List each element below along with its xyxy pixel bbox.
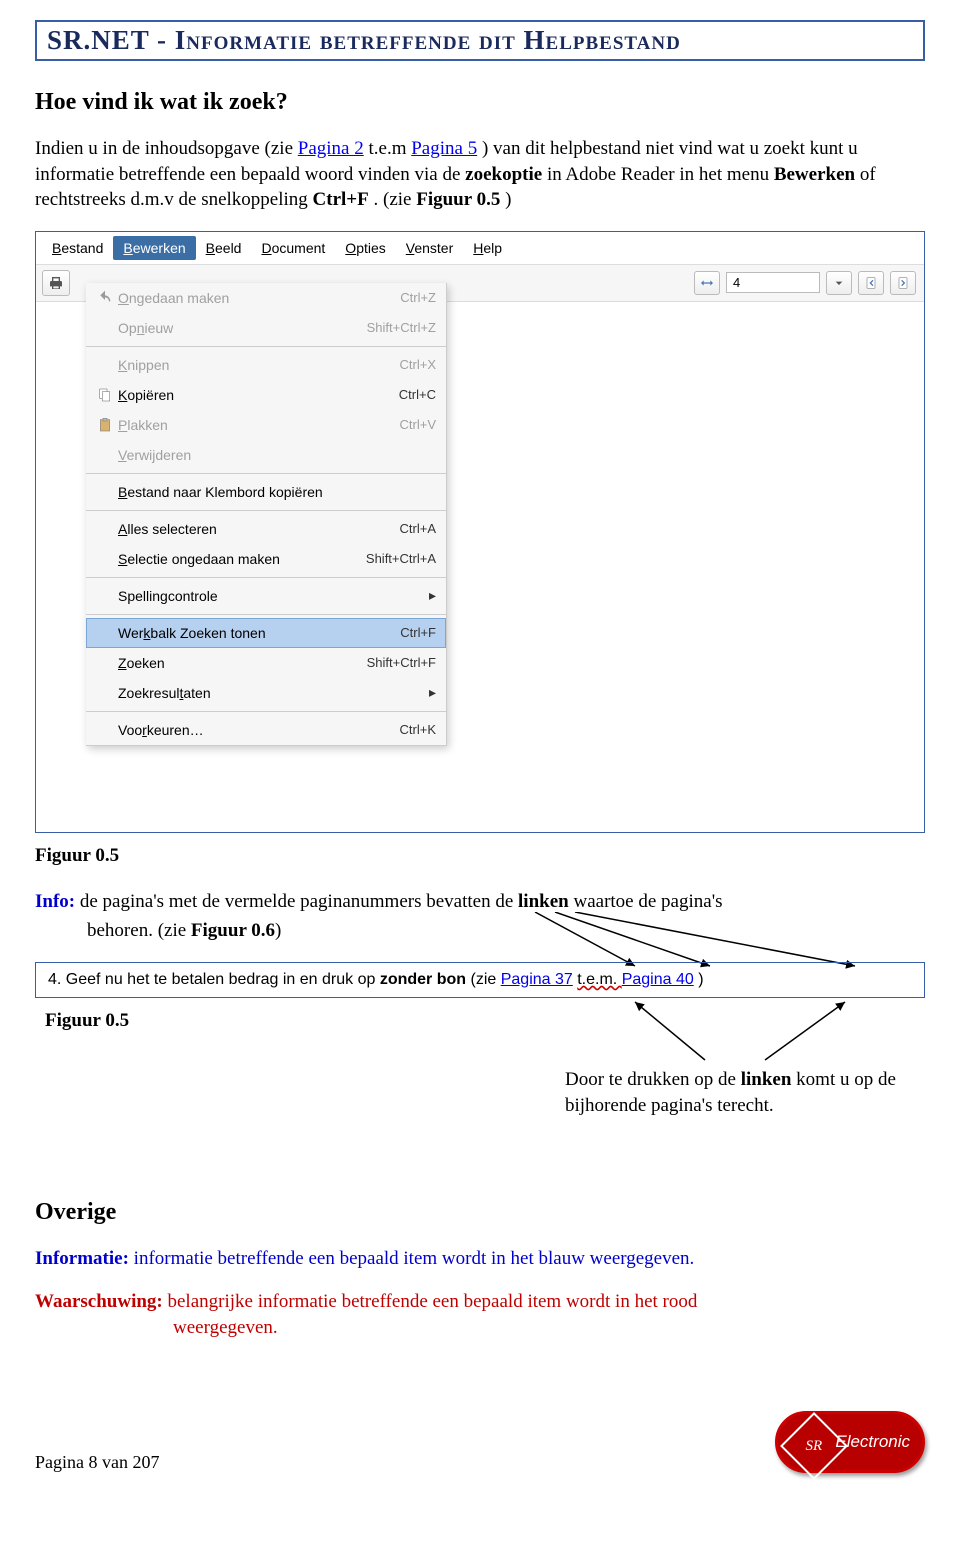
- waarschuwing-line: Waarschuwing: belangrijke informatie bet…: [35, 1289, 925, 1315]
- logo-diamond: SR: [780, 1412, 848, 1480]
- copy-icon: [97, 387, 113, 403]
- fit-width-icon: [699, 275, 715, 291]
- page-main-title: SR.NET - Informatie betreffende dit Help…: [47, 25, 913, 56]
- menu-separator: [86, 346, 446, 347]
- waarschuwing-label: Waarschuwing:: [35, 1291, 163, 1312]
- fig2-bold-zonderbon: zonder bon: [380, 971, 466, 988]
- info-bold-figref: Figuur 0.6: [191, 920, 275, 941]
- menu-item-ongedaan-maken: Ongedaan makenCtrl+Z: [86, 283, 446, 313]
- page-number: Pagina 8 van 207: [35, 1452, 159, 1473]
- intro-bold-figref: Figuur 0.5: [416, 189, 500, 210]
- intro-bold-zoekoptie: zoekoptie: [465, 164, 542, 185]
- menu-opties[interactable]: Opties: [335, 236, 395, 260]
- menu-item-plakken: PlakkenCtrl+V: [86, 410, 446, 440]
- printer-icon: [48, 275, 64, 291]
- menu-separator: [86, 577, 446, 578]
- menu-item-selectie-ongedaan-maken[interactable]: Selectie ongedaan makenShift+Ctrl+A: [86, 544, 446, 574]
- title-banner: SR.NET - Informatie betreffende dit Help…: [35, 20, 925, 61]
- bewerken-dropdown: Ongedaan makenCtrl+ZOpnieuwShift+Ctrl+Z K…: [86, 283, 447, 746]
- fig2-text: (zie: [470, 971, 500, 988]
- fig2-wavy-tem: t.e.m.: [577, 971, 621, 988]
- intro-bold-bewerken: Bewerken: [774, 164, 855, 185]
- menu-item-zoeken[interactable]: ZoekenShift+Ctrl+F: [86, 648, 446, 678]
- menu-bestand[interactable]: Bestand: [42, 236, 113, 260]
- menu-item-kopi-ren[interactable]: KopiërenCtrl+C: [86, 380, 446, 410]
- next-page-button[interactable]: [890, 271, 916, 295]
- intro-text: in Adobe Reader in het menu: [547, 164, 774, 185]
- menu-help[interactable]: Help: [463, 236, 512, 260]
- informatie-text: informatie betreffende een bepaald item …: [134, 1248, 695, 1269]
- logo-text: Electronic: [835, 1432, 910, 1452]
- informatie-line: Informatie: informatie betreffende een b…: [35, 1246, 925, 1272]
- fit-width-button[interactable]: [694, 271, 720, 295]
- overige-heading: Overige: [35, 1199, 925, 1226]
- info-text: waartoe de pagina's: [569, 891, 723, 912]
- menu-item-werkbalk-zoeken-tonen[interactable]: Werkbalk Zoeken tonenCtrl+F: [86, 618, 446, 648]
- menu-item-zoekresultaten[interactable]: Zoekresultaten▸: [86, 678, 446, 708]
- dropdown-arrow-button[interactable]: [826, 271, 852, 295]
- chevron-down-icon: [831, 275, 847, 291]
- section-heading: Hoe vind ik wat ik zoek?: [35, 89, 925, 116]
- intro-text: Indien u in de inhoudsopgave (zie: [35, 138, 298, 159]
- menu-item-verwijderen: Verwijderen: [86, 440, 446, 470]
- menu-separator: [86, 614, 446, 615]
- info-block: Info: de pagina's met de vermelde pagina…: [35, 889, 925, 944]
- menu-item-opnieuw: OpnieuwShift+Ctrl+Z: [86, 313, 446, 343]
- link-explanation-note: Door te drukken op de linken komt u op d…: [565, 1067, 925, 1118]
- info-text: de pagina's met de vermelde paginanummer…: [80, 891, 518, 912]
- paste-icon: [97, 417, 113, 433]
- undo-icon: [97, 290, 113, 306]
- figure-0-6-wrap: 4. Geef nu het te betalen bedrag in en d…: [35, 962, 925, 1119]
- menu-item-voorkeuren-[interactable]: Voorkeuren…Ctrl+K: [86, 715, 446, 745]
- logo-monogram: SR: [806, 1437, 823, 1454]
- menu-document[interactable]: Document: [251, 236, 335, 260]
- waarschuwing-line2: weergegeven.: [173, 1315, 925, 1341]
- menu-item-alles-selecteren[interactable]: Alles selecterenCtrl+A: [86, 514, 446, 544]
- menu-bewerken[interactable]: Bewerken: [113, 236, 195, 260]
- menu-separator: [86, 711, 446, 712]
- figure-0-6-screenshot: 4. Geef nu het te betalen bedrag in en d…: [35, 962, 925, 998]
- figure-0-6-caption: Figuur 0.5: [45, 1008, 925, 1034]
- intro-paragraph: Indien u in de inhoudsopgave (zie Pagina…: [35, 136, 925, 213]
- figure-0-5-caption: Figuur 0.5: [35, 843, 925, 869]
- intro-text: . (zie: [374, 189, 417, 210]
- prev-page-button[interactable]: [858, 271, 884, 295]
- menu-separator: [86, 510, 446, 511]
- intro-text: t.e.m: [368, 138, 411, 159]
- fig2-text: ): [698, 971, 703, 988]
- page-footer: Pagina 8 van 207 SR Electronic: [35, 1411, 925, 1473]
- link-note-bold-linken: linken: [741, 1069, 792, 1090]
- info-label: Info:: [35, 891, 75, 912]
- link-pagina-2[interactable]: Pagina 2: [298, 138, 364, 159]
- menu-separator: [86, 473, 446, 474]
- link-pagina-37[interactable]: Pagina 37: [501, 971, 573, 988]
- link-note-text: Door te drukken op de: [565, 1069, 741, 1090]
- fig2-num: 4.: [48, 971, 61, 988]
- menu-item-knippen: KnippenCtrl+X: [86, 350, 446, 380]
- informatie-label: Informatie:: [35, 1248, 129, 1269]
- intro-text: ): [505, 189, 511, 210]
- menu-venster[interactable]: Venster: [396, 236, 464, 260]
- adobe-toolbar: Ongedaan makenCtrl+ZOpnieuwShift+Ctrl+ZK…: [36, 265, 924, 302]
- print-button[interactable]: [42, 270, 70, 296]
- figure-0-5-screenshot: BestandBewerkenBeeldDocumentOptiesVenste…: [35, 231, 925, 833]
- intro-bold-ctrlf: Ctrl+F: [313, 189, 369, 210]
- info-text: behoren. (zie: [87, 920, 191, 941]
- sr-electronic-logo: SR Electronic: [775, 1411, 925, 1473]
- info-bold-linken: linken: [518, 891, 569, 912]
- menu-beeld[interactable]: Beeld: [196, 236, 252, 260]
- page-number-input[interactable]: [726, 272, 820, 293]
- fig2-text: Geef nu het te betalen bedrag in en druk…: [66, 971, 380, 988]
- waarschuwing-text: belangrijke informatie betreffende een b…: [168, 1291, 698, 1312]
- menu-item-bestand-naar-klembord-kopi-ren[interactable]: Bestand naar Klembord kopiëren: [86, 477, 446, 507]
- info-text: ): [275, 920, 281, 941]
- menu-item-spellingcontrole[interactable]: Spellingcontrole▸: [86, 581, 446, 611]
- link-pagina-5[interactable]: Pagina 5: [411, 138, 477, 159]
- prev-page-icon: [863, 275, 879, 291]
- link-pagina-40[interactable]: Pagina 40: [622, 971, 694, 988]
- adobe-menubar: BestandBewerkenBeeldDocumentOptiesVenste…: [36, 232, 924, 265]
- next-page-icon: [895, 275, 911, 291]
